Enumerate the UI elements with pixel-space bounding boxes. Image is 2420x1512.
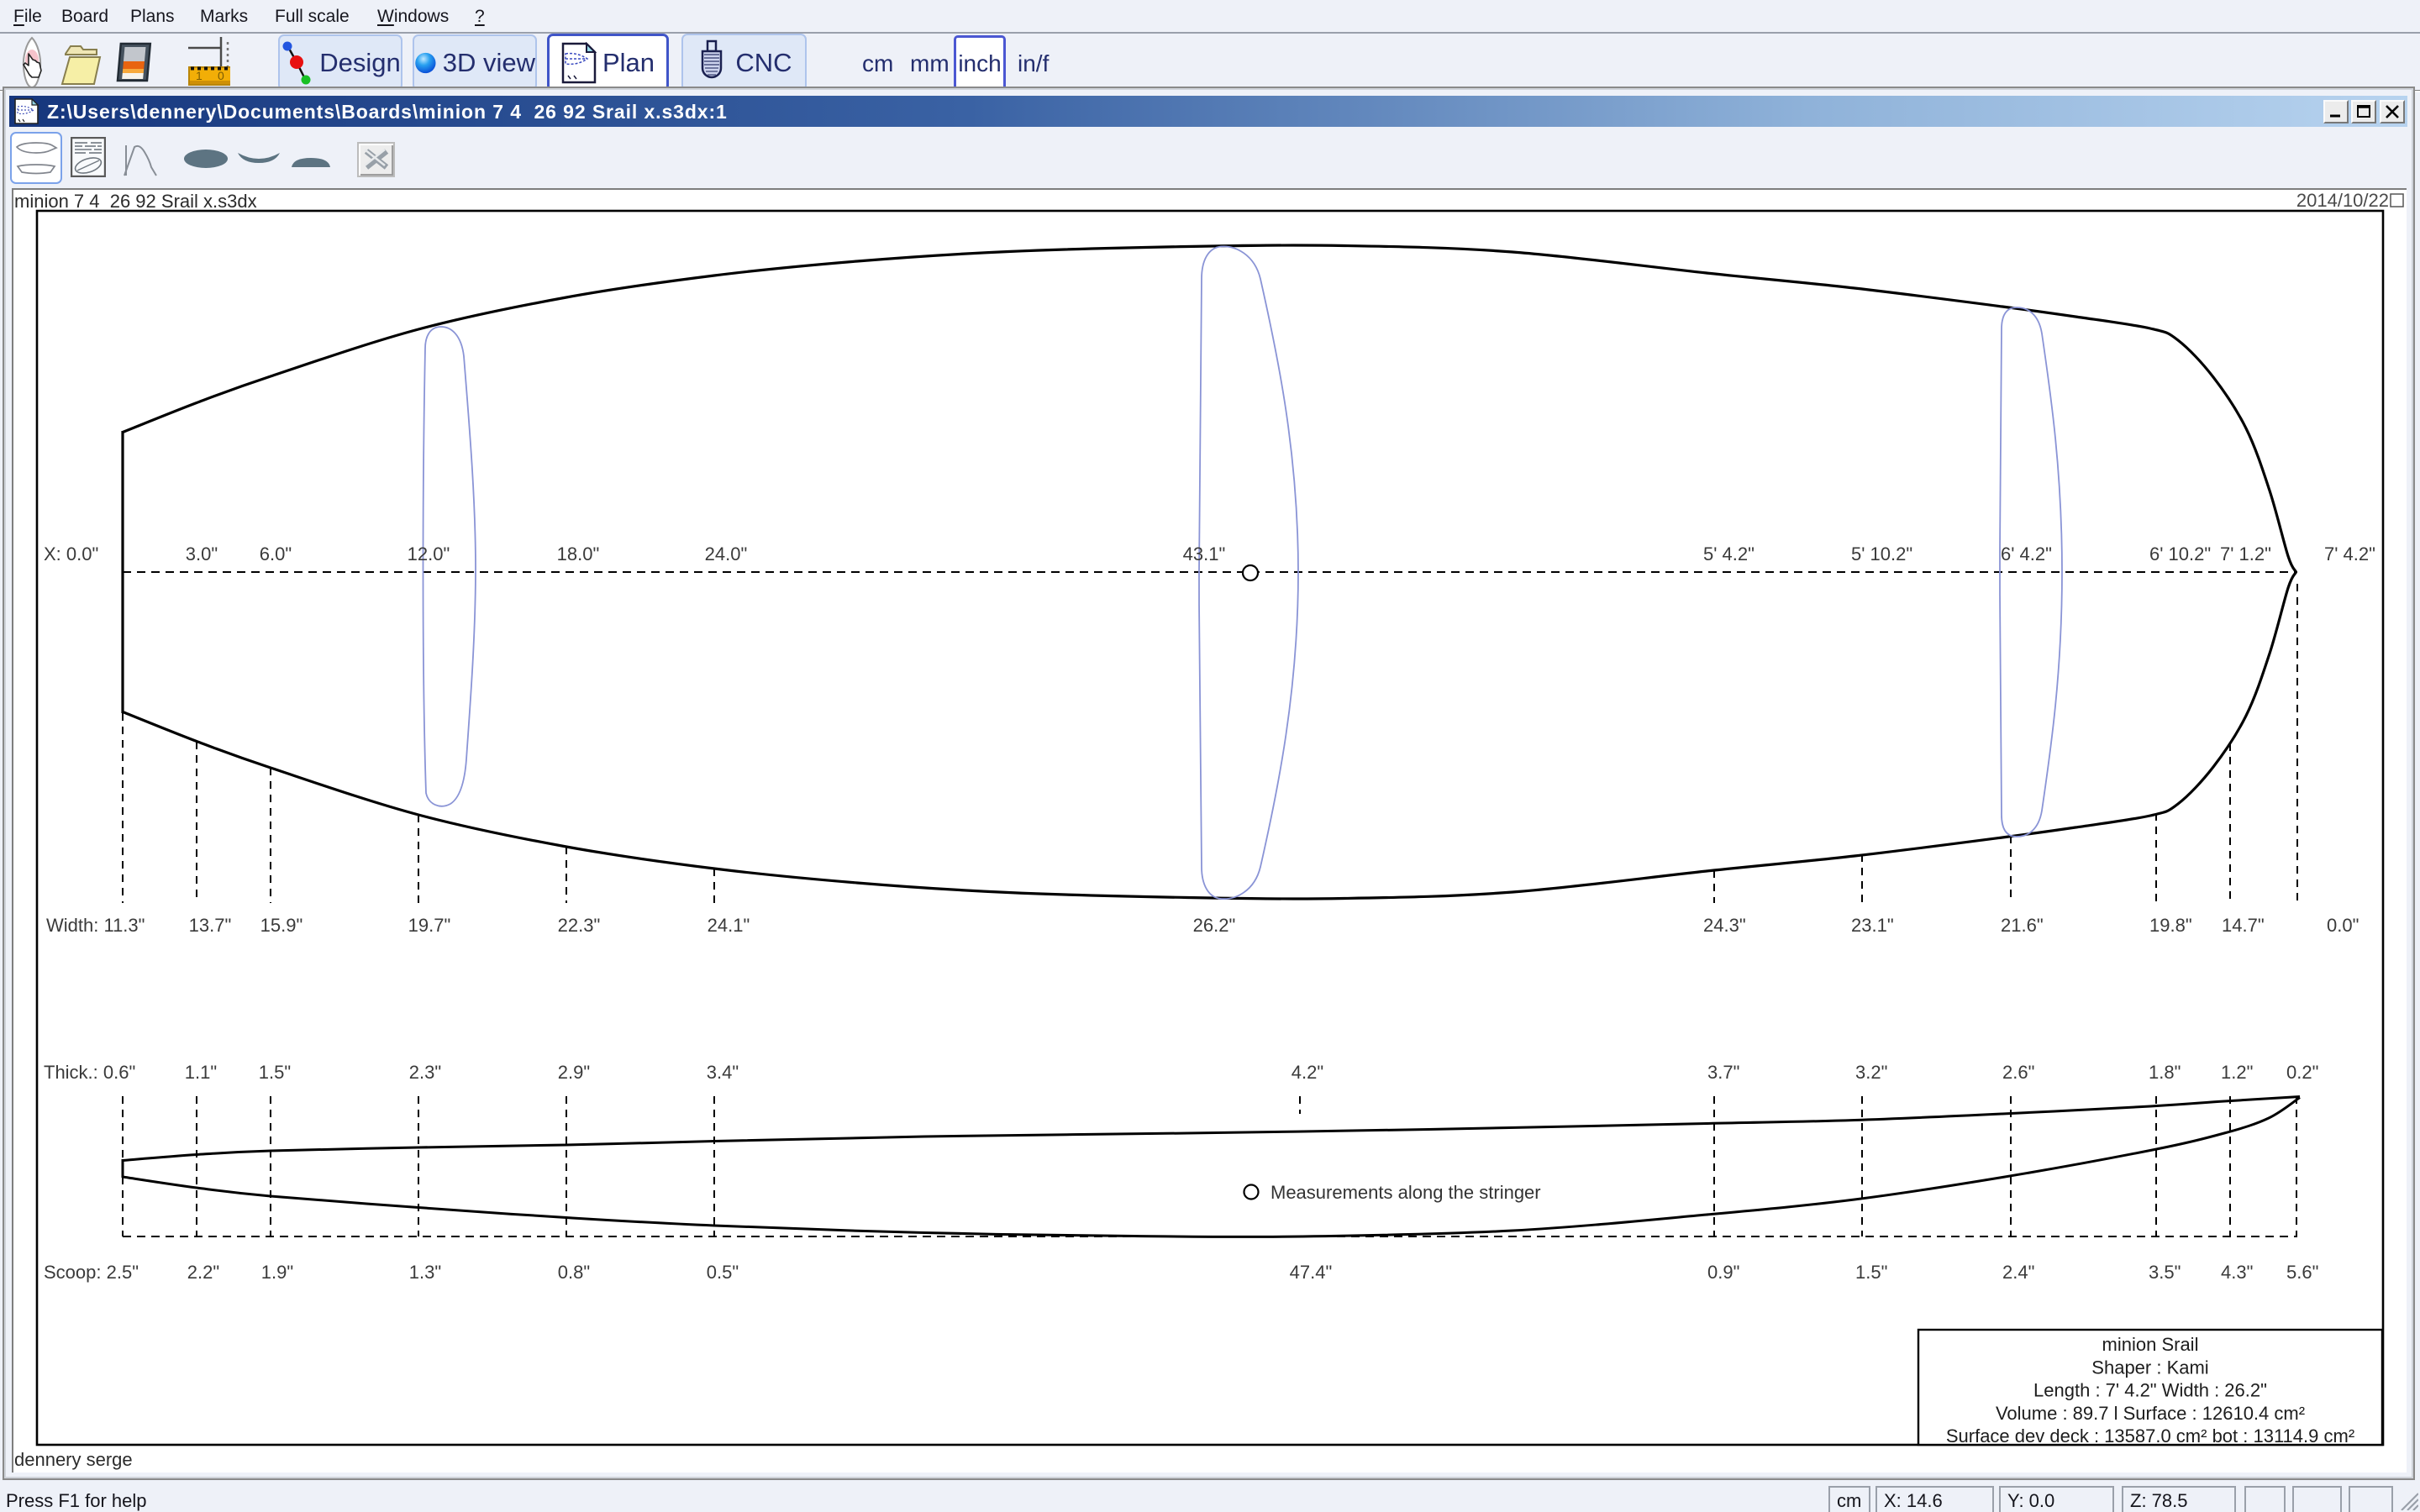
svg-text:2.9": 2.9" <box>558 1062 590 1083</box>
svg-text:minion Srail: minion Srail <box>2102 1334 2199 1355</box>
svg-text:2014/10/22: 2014/10/22 <box>2296 190 2389 211</box>
svg-text:6' 4.2": 6' 4.2" <box>2001 543 2052 564</box>
svg-text:5' 4.2": 5' 4.2" <box>1703 543 1754 564</box>
svg-text:24.0": 24.0" <box>705 543 748 564</box>
svg-text:0.2": 0.2" <box>2286 1062 2318 1083</box>
svg-text:21.6": 21.6" <box>2001 915 2044 936</box>
svg-text:X: 0.0": X: 0.0" <box>44 543 98 564</box>
svg-text:1.3": 1.3" <box>409 1262 441 1283</box>
svg-text:2.3": 2.3" <box>409 1062 441 1083</box>
svg-text:19.8": 19.8" <box>2149 915 2192 936</box>
svg-text:47.4": 47.4" <box>1290 1262 1333 1283</box>
svg-text:minion 7 4 26 92 Srail x.s3dx: minion 7 4 26 92 Srail x.s3dx <box>14 191 257 212</box>
svg-text:12.0": 12.0" <box>408 543 450 564</box>
svg-text:15.9": 15.9" <box>260 915 303 936</box>
svg-text:1.8": 1.8" <box>2149 1062 2181 1083</box>
svg-text:Scoop: 2.5": Scoop: 2.5" <box>44 1262 139 1283</box>
svg-text:Thick.: 0.6": Thick.: 0.6" <box>44 1062 135 1083</box>
svg-text:0.5": 0.5" <box>707 1262 739 1283</box>
svg-text:3.4": 3.4" <box>707 1062 739 1083</box>
svg-text:23.1": 23.1" <box>1851 915 1894 936</box>
svg-text:18.0": 18.0" <box>557 543 600 564</box>
svg-text:1.1": 1.1" <box>185 1062 217 1083</box>
svg-text:1.5": 1.5" <box>1855 1262 1887 1283</box>
svg-text:24.3": 24.3" <box>1703 915 1746 936</box>
svg-text:1.9": 1.9" <box>261 1262 293 1283</box>
svg-text:6.0": 6.0" <box>260 543 292 564</box>
svg-text:3.5": 3.5" <box>2149 1262 2181 1283</box>
svg-text:2.2": 2.2" <box>187 1262 219 1283</box>
svg-text:5.6": 5.6" <box>2286 1262 2318 1283</box>
svg-text:43.1": 43.1" <box>1183 543 1226 564</box>
svg-text:2.4": 2.4" <box>2002 1262 2034 1283</box>
svg-text:Measurements along the stringe: Measurements along the stringer <box>1270 1182 1541 1203</box>
svg-text:0.0": 0.0" <box>2327 915 2359 936</box>
svg-text:0.9": 0.9" <box>1707 1262 1739 1283</box>
svg-text:2.6": 2.6" <box>2002 1062 2034 1083</box>
svg-text:Width: 11.3": Width: 11.3" <box>46 915 145 936</box>
svg-text:Shaper : Kami: Shaper : Kami <box>2091 1357 2208 1378</box>
svg-text:14.7": 14.7" <box>2222 915 2265 936</box>
svg-text:0.8": 0.8" <box>558 1262 590 1283</box>
svg-text:19.7": 19.7" <box>408 915 451 936</box>
svg-text:3.0": 3.0" <box>186 543 218 564</box>
svg-text:4.2": 4.2" <box>1292 1062 1323 1083</box>
svg-text:1.2": 1.2" <box>2221 1062 2253 1083</box>
svg-text:3.7": 3.7" <box>1707 1062 1739 1083</box>
svg-text:Volume : 89.7 l Surface : 12: Volume : 89.7 l Surface : 12610.4 cm² <box>1996 1403 2305 1424</box>
svg-text:5' 10.2": 5' 10.2" <box>1851 543 1912 564</box>
svg-text:3.2": 3.2" <box>1855 1062 1887 1083</box>
svg-text:4.3": 4.3" <box>2221 1262 2253 1283</box>
svg-text:6' 10.2": 6' 10.2" <box>2149 543 2211 564</box>
svg-text:1.5": 1.5" <box>259 1062 291 1083</box>
svg-text:13.7": 13.7" <box>189 915 232 936</box>
svg-text:22.3": 22.3" <box>558 915 601 936</box>
svg-text:Length : 7' 4.2" Width : 26.2: Length : 7' 4.2" Width : 26.2" <box>2033 1380 2267 1401</box>
svg-text:7' 1.2": 7' 1.2" <box>2220 543 2271 564</box>
svg-text:7' 4.2": 7' 4.2" <box>2324 543 2375 564</box>
svg-text:dennery serge: dennery serge <box>14 1449 133 1470</box>
svg-text:24.1": 24.1" <box>708 915 750 936</box>
svg-text:26.2": 26.2" <box>1193 915 1236 936</box>
svg-text:Surface dev deck : 13587.0 cm²: Surface dev deck : 13587.0 cm² bot : 131… <box>1946 1425 2354 1446</box>
